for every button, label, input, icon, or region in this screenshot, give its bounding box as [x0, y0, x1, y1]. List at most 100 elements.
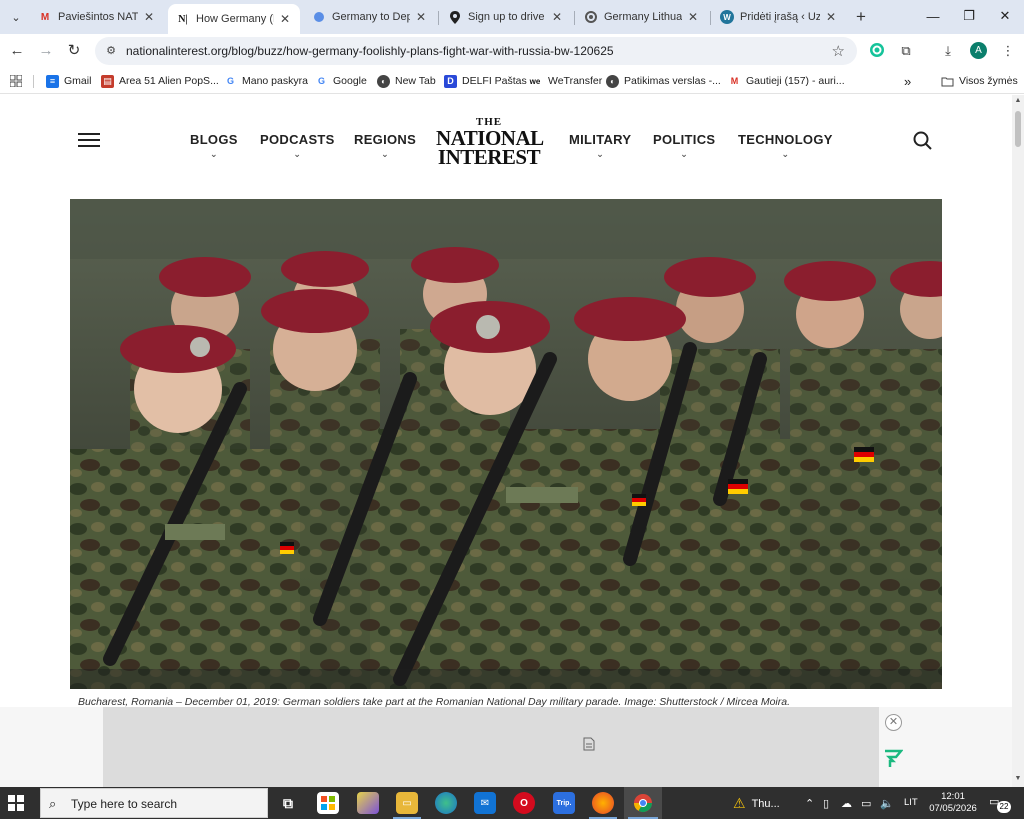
- bookmark-gmail[interactable]: ≡ Gmail: [46, 73, 91, 89]
- notification-count-badge: 22: [997, 801, 1011, 813]
- chrome-icon[interactable]: [632, 792, 654, 814]
- scroll-up-arrow-icon[interactable]: ▲: [1012, 97, 1024, 107]
- taskbar-search-box[interactable]: ⌕ Type here to search: [40, 788, 268, 818]
- nav-regions[interactable]: REGIONS ⌄: [354, 132, 416, 160]
- close-icon[interactable]: ✕: [550, 10, 564, 24]
- ad-close-icon[interactable]: ✕: [885, 714, 902, 731]
- language-indicator[interactable]: LIT: [904, 797, 918, 808]
- network-icon[interactable]: ▭: [861, 797, 871, 810]
- close-icon[interactable]: ✕: [414, 10, 428, 24]
- close-icon[interactable]: ✕: [142, 10, 156, 24]
- tab-separator: [574, 11, 575, 25]
- volume-icon[interactable]: 🔈: [880, 797, 894, 810]
- task-view-icon[interactable]: ⧉: [277, 792, 299, 814]
- tab-sign-up[interactable]: Sign up to drive w ✕: [440, 4, 572, 30]
- restore-icon[interactable]: ❐: [950, 0, 988, 32]
- tab-germany-lithuania[interactable]: Germany Lithuania ✕: [576, 4, 708, 30]
- more-menu-icon[interactable]: ⋮: [999, 42, 1017, 60]
- freestar-logo-icon[interactable]: [883, 749, 904, 769]
- nav-podcasts[interactable]: PODCASTS ⌄: [260, 132, 335, 160]
- warning-icon: ⚠: [733, 795, 746, 811]
- nav-blogs[interactable]: BLOGS ⌄: [190, 132, 238, 160]
- photos-app-icon[interactable]: [357, 792, 379, 814]
- nav-military[interactable]: MILITARY ⌄: [569, 132, 631, 160]
- ad-area: ✕: [0, 707, 1012, 787]
- page-scrollbar[interactable]: ▲ ▼: [1012, 95, 1024, 787]
- ni-icon: N|: [178, 13, 188, 25]
- minimize-icon[interactable]: —: [914, 0, 952, 32]
- tab-wordpress[interactable]: W Pridėti įrašą ‹ Uzdr ✕: [712, 4, 846, 30]
- search-icon[interactable]: [913, 131, 933, 151]
- web-page: BLOGS ⌄ PODCASTS ⌄ REGIONS ⌄ THE NATIONA…: [0, 95, 1012, 787]
- extensions-puzzle-icon[interactable]: ⧉: [897, 42, 915, 60]
- firefox-icon[interactable]: [592, 792, 614, 814]
- bookmark-google[interactable]: G Google: [315, 73, 367, 89]
- taskbar-clock[interactable]: 12:01 07/05/2026: [928, 791, 978, 815]
- delfi-icon: D: [444, 74, 457, 88]
- tab-label: Pridėti įrašą ‹ Uzdr: [740, 11, 820, 23]
- store-icon[interactable]: [317, 792, 339, 814]
- ad-banner[interactable]: [103, 707, 879, 787]
- file-explorer-icon[interactable]: ▭: [396, 792, 418, 814]
- grammarly-icon[interactable]: [868, 42, 886, 60]
- scroll-thumb[interactable]: [1015, 111, 1021, 147]
- gmail-icon: M: [40, 11, 50, 23]
- onedrive-cloud-icon[interactable]: ☁: [841, 797, 852, 810]
- url-text[interactable]: nationalinterest.org/blog/buzz/how-germa…: [126, 44, 614, 58]
- profile-avatar[interactable]: A: [970, 42, 987, 59]
- tab-label: Germany Lithuania: [604, 11, 682, 23]
- close-icon[interactable]: ✕: [278, 12, 292, 26]
- tab-label: Paviešintos NATO-: [58, 11, 138, 23]
- bookmark-new-tab[interactable]: ◐ New Tab: [377, 73, 436, 89]
- trip-icon[interactable]: Trip.: [553, 792, 575, 814]
- tab-germany-deploy[interactable]: Germany to Deplo ✕: [304, 4, 436, 30]
- chevron-down-icon: ⌄: [209, 149, 218, 159]
- close-window-icon[interactable]: ✕: [986, 0, 1024, 32]
- forward-arrow-icon[interactable]: →: [35, 41, 57, 61]
- reload-icon[interactable]: ↻: [63, 41, 85, 61]
- bookmark-mano-paskyra[interactable]: G Mano paskyra: [224, 73, 308, 89]
- bookmark-star-icon[interactable]: ☆: [832, 42, 845, 60]
- bookmark-gautieji[interactable]: M Gautieji (157) - auri...: [728, 73, 845, 89]
- weather-widget[interactable]: ⚠ Thu...: [733, 795, 780, 812]
- bookmark-area51[interactable]: ▤ Area 51 Alien PopS...: [101, 73, 219, 89]
- outlook-icon[interactable]: ✉: [474, 792, 496, 814]
- tab-how-germany[interactable]: N| How Germany (Fo ✕: [168, 4, 300, 34]
- store-icon: ▤: [101, 74, 114, 88]
- gmail-icon: M: [730, 76, 739, 86]
- tab-gmail[interactable]: M Paviešintos NATO- ✕: [30, 4, 164, 30]
- new-tab-button[interactable]: +: [851, 7, 871, 27]
- more-bookmarks-chevron-icon[interactable]: »: [904, 73, 911, 89]
- notification-center-icon[interactable]: ▭ 22: [989, 795, 1011, 813]
- nav-label: TECHNOLOGY: [738, 132, 833, 147]
- bookmark-patikimas[interactable]: ◐ Patikimas verslas -...: [606, 73, 721, 89]
- windows-start-icon[interactable]: [8, 795, 24, 811]
- opera-icon[interactable]: O: [513, 792, 535, 814]
- edge-icon[interactable]: [435, 792, 457, 814]
- chevron-down-icon: ⌄: [381, 149, 389, 159]
- nav-technology[interactable]: TECHNOLOGY ⌄: [738, 132, 833, 160]
- download-icon[interactable]: ⤓: [939, 42, 957, 60]
- all-bookmarks[interactable]: Visos žymės: [941, 73, 1018, 89]
- logo-line-interest: INTEREST: [437, 145, 541, 169]
- apps-grid-icon[interactable]: [10, 73, 22, 89]
- tray-device-icon[interactable]: ▯: [823, 797, 829, 810]
- back-arrow-icon[interactable]: ←: [6, 41, 28, 61]
- close-icon[interactable]: ✕: [824, 10, 838, 24]
- clock-date: 07/05/2026: [929, 803, 977, 814]
- bookmark-delfi[interactable]: D DELFI Paštas: [444, 73, 527, 89]
- tray-chevron-up-icon[interactable]: ⌃: [805, 797, 814, 810]
- site-logo[interactable]: THE NATIONAL INTEREST: [436, 117, 544, 169]
- nav-politics[interactable]: POLITICS ⌄: [653, 132, 715, 160]
- scroll-down-arrow-icon[interactable]: ▼: [1012, 775, 1024, 785]
- bookmark-separator: [33, 75, 34, 88]
- bookmarks-bar: ≡ Gmail ▤ Area 51 Alien PopS... G Mano p…: [0, 68, 1024, 94]
- wetransfer-icon: we: [529, 76, 541, 86]
- bookmark-wetransfer[interactable]: we WeTransfer: [527, 73, 603, 89]
- hamburger-menu-icon[interactable]: [78, 133, 100, 147]
- site-info-icon[interactable]: ⚙: [104, 44, 118, 58]
- tab-search-chevron-icon[interactable]: ⌄: [6, 7, 26, 27]
- address-bar[interactable]: ⚙ nationalinterest.org/blog/buzz/how-ger…: [95, 37, 857, 65]
- close-icon[interactable]: ✕: [686, 10, 700, 24]
- globe-icon: ◐: [377, 74, 390, 88]
